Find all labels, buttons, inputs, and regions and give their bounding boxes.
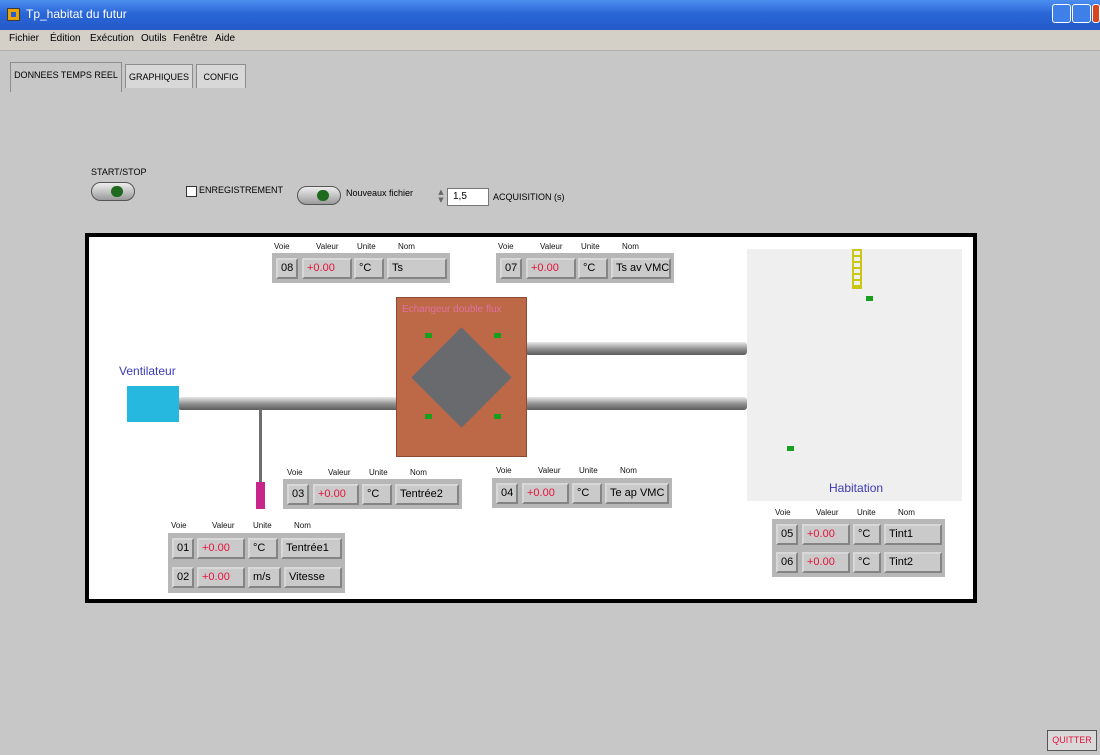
- unite-06: °C: [853, 552, 881, 573]
- quit-button[interactable]: QUITTER: [1047, 730, 1097, 751]
- menu-bar: Fichier Édition Exécution Outils Fenêtre…: [0, 30, 1100, 51]
- exchanger-led: [425, 414, 432, 419]
- valeur-08: +0.00: [302, 258, 352, 279]
- ventilateur-label: Ventilateur: [119, 364, 176, 378]
- header-voie: Voie: [775, 508, 791, 517]
- start-stop-label: START/STOP: [91, 167, 147, 177]
- valeur-04: +0.00: [522, 483, 569, 504]
- header-valeur: Valeur: [540, 242, 563, 251]
- tab-graphiques[interactable]: GRAPHIQUES: [125, 64, 193, 88]
- pipe-exchanger-to-habitation-top: [525, 342, 747, 355]
- header-unite: Unite: [369, 468, 388, 477]
- valeur-02: +0.00: [197, 567, 245, 588]
- tab-config[interactable]: CONFIG: [196, 64, 246, 88]
- acquisition-spinner-icon[interactable]: ▲ ▼: [437, 188, 445, 206]
- nouveau-fichier-toggle[interactable]: [297, 186, 341, 205]
- fixture-icon: [852, 249, 862, 289]
- acquisition-input[interactable]: 1,5: [447, 188, 489, 206]
- nom-05: Tint1: [884, 524, 942, 545]
- voie-06: 06: [776, 552, 798, 573]
- unite-05: °C: [853, 524, 881, 545]
- start-stop-toggle[interactable]: [91, 182, 135, 201]
- header-nom: Nom: [898, 508, 915, 517]
- header-nom: Nom: [398, 242, 415, 251]
- exchanger-led: [425, 333, 432, 338]
- valeur-03: +0.00: [313, 484, 359, 505]
- nouveau-fichier-label: Nouveaux fichier: [346, 188, 414, 198]
- maximize-button[interactable]: [1072, 4, 1091, 23]
- header-valeur: Valeur: [328, 468, 351, 477]
- menu-fenetre[interactable]: Fenêtre: [173, 33, 207, 44]
- menu-execution[interactable]: Exécution: [90, 33, 134, 44]
- header-valeur: Valeur: [316, 242, 339, 251]
- voie-07: 07: [500, 258, 522, 279]
- nom-08: Ts: [387, 258, 447, 279]
- valeur-05: +0.00: [802, 524, 850, 545]
- voie-01: 01: [172, 538, 194, 559]
- header-nom: Nom: [294, 521, 311, 530]
- echangeur-label: Echangeur double flux: [402, 304, 502, 315]
- header-voie: Voie: [498, 242, 514, 251]
- nom-02: Vitesse: [284, 567, 342, 588]
- menu-aide[interactable]: Aide: [215, 33, 235, 44]
- habitation-label: Habitation: [829, 481, 884, 495]
- unite-08: °C: [354, 258, 384, 279]
- header-nom: Nom: [410, 468, 427, 477]
- header-nom: Nom: [620, 466, 637, 475]
- acquisition-label: ACQUISITION (s): [493, 192, 565, 202]
- nom-06: Tint2: [884, 552, 942, 573]
- header-valeur: Valeur: [816, 508, 839, 517]
- header-nom: Nom: [622, 242, 639, 251]
- voie-02: 02: [172, 567, 194, 588]
- labview-app-icon: [7, 8, 20, 21]
- header-valeur: Valeur: [212, 521, 235, 530]
- enregistrement-label: ENREGISTREMENT: [199, 185, 284, 195]
- exchanger-led: [494, 333, 501, 338]
- menu-edition[interactable]: Édition: [50, 33, 81, 44]
- header-voie: Voie: [274, 242, 290, 251]
- close-button[interactable]: [1092, 4, 1100, 23]
- window-title: Tp_habitat du futur: [26, 7, 127, 21]
- header-unite: Unite: [581, 242, 600, 251]
- voie-05: 05: [776, 524, 798, 545]
- unite-04: °C: [572, 483, 602, 504]
- speed-probe-icon: [256, 482, 265, 509]
- header-voie: Voie: [287, 468, 303, 477]
- header-voie: Voie: [496, 466, 512, 475]
- header-voie: Voie: [171, 521, 187, 530]
- habitation-led-top: [866, 296, 873, 301]
- header-valeur: Valeur: [538, 466, 561, 475]
- exchanger-led: [494, 414, 501, 419]
- menu-outils[interactable]: Outils: [141, 33, 167, 44]
- nom-07: Ts av VMC: [611, 258, 671, 279]
- habitation-led-bottom: [787, 446, 794, 451]
- nom-03: Tentrée2: [395, 484, 459, 505]
- nom-01: Tentrée1: [281, 538, 342, 559]
- voie-04: 04: [496, 483, 518, 504]
- unite-03: °C: [362, 484, 392, 505]
- unite-02: m/s: [248, 567, 281, 588]
- voie-03: 03: [287, 484, 309, 505]
- header-unite: Unite: [253, 521, 272, 530]
- header-unite: Unite: [579, 466, 598, 475]
- title-bar: Tp_habitat du futur: [0, 0, 1100, 30]
- nom-04: Te ap VMC: [605, 483, 669, 504]
- menu-fichier[interactable]: Fichier: [9, 33, 39, 44]
- valeur-06: +0.00: [802, 552, 850, 573]
- tab-donnees-temps-reel[interactable]: DONNEES TEMPS REEL: [10, 62, 122, 92]
- valeur-07: +0.00: [526, 258, 576, 279]
- pipe-fan-to-exchanger: [178, 397, 400, 410]
- voie-08: 08: [276, 258, 298, 279]
- minimize-button[interactable]: [1052, 4, 1071, 23]
- probe-stem: [259, 409, 262, 483]
- header-unite: Unite: [857, 508, 876, 517]
- unite-07: °C: [578, 258, 608, 279]
- unite-01: °C: [248, 538, 278, 559]
- enregistrement-checkbox[interactable]: [186, 186, 197, 197]
- valeur-01: +0.00: [197, 538, 245, 559]
- header-unite: Unite: [357, 242, 376, 251]
- pipe-exchanger-to-habitation-bottom: [525, 397, 747, 410]
- fan-icon: [127, 386, 179, 422]
